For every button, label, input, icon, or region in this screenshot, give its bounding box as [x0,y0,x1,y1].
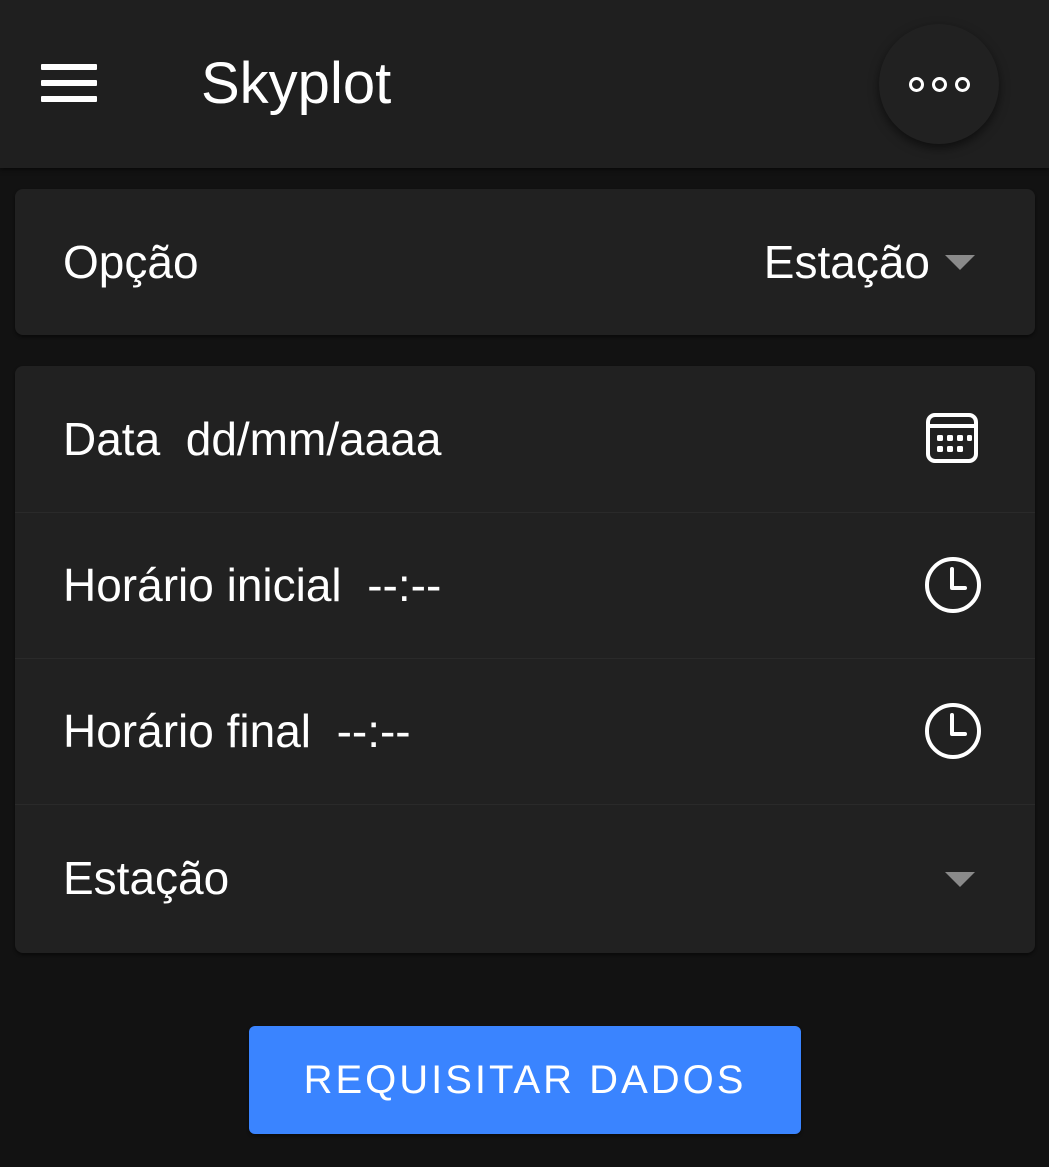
top-app-bar: Skyplot [0,0,1049,168]
option-label: Opção [63,236,199,288]
start-time-text: Horário inicial --:-- [63,512,441,658]
page-title: Skyplot [201,51,392,116]
chevron-down-icon [945,255,975,270]
date-label: Data [63,413,161,465]
clock-icon[interactable] [923,555,983,615]
more-dot-icon [931,76,947,92]
hamburger-menu-icon[interactable] [30,52,108,114]
more-dot-icon [954,76,970,92]
date-field-text: Data dd/mm/aaaa [63,366,441,512]
clock-icon[interactable] [923,701,983,761]
option-select[interactable]: Opção Estação [15,189,1035,335]
station-label: Estação [63,852,230,904]
start-time-field[interactable]: Horário inicial --:-- [15,512,1035,659]
end-time-text: Horário final --:-- [63,658,411,804]
more-dot-icon [908,76,924,92]
end-time-value: --:-- [336,705,411,757]
option-card: Opção Estação [15,189,1035,335]
more-options-button[interactable] [879,24,999,144]
date-field[interactable]: Data dd/mm/aaaa [15,366,1035,513]
option-selected-value: Estação [763,236,930,288]
end-time-label: Horário final [63,705,311,757]
start-time-value: --:-- [367,559,442,611]
menu-line [41,64,97,70]
calendar-icon[interactable] [923,409,983,469]
menu-line [41,80,97,86]
date-value: dd/mm/aaaa [185,413,442,465]
query-form-card: Data dd/mm/aaaa Horário inicial --:-- Ho… [15,366,1035,953]
start-time-label: Horário inicial [63,559,342,611]
end-time-field[interactable]: Horário final --:-- [15,658,1035,805]
station-select[interactable]: Estação [15,804,1035,953]
menu-line [41,96,97,102]
request-data-button[interactable]: REQUISITAR DADOS [249,1026,801,1134]
app-root: Skyplot Opção Estação Data dd/mm/aaaa Ho… [0,0,1049,1167]
chevron-down-icon [945,872,975,887]
